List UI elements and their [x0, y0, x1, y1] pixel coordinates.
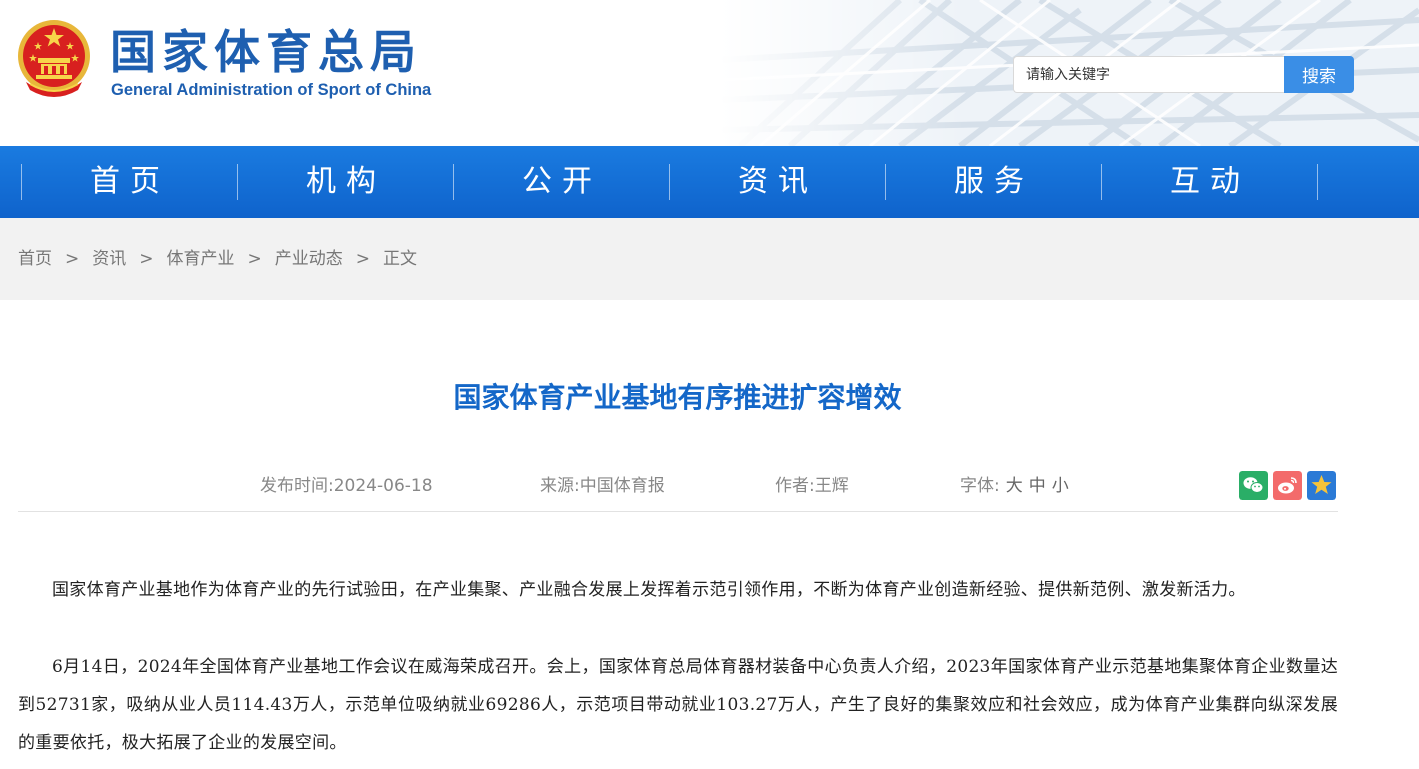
weibo-icon[interactable] — [1273, 471, 1302, 500]
font-size-small[interactable]: 小 — [1052, 476, 1069, 496]
font-size-switcher: 字体: 大中小 — [960, 474, 1069, 498]
publish-date: 发布时间:2024-06-18 — [260, 474, 433, 498]
main-nav: 首页 机构 公开 资讯 服务 互动 — [0, 146, 1419, 218]
breadcrumb-current: 正文 — [383, 249, 417, 269]
site-header: 国家体育总局 General Administration of Sport o… — [0, 0, 1419, 146]
font-size-large[interactable]: 大 — [1006, 476, 1023, 496]
breadcrumb-industry-news[interactable]: 产业动态 — [275, 249, 343, 269]
article-title: 国家体育产业基地有序推进扩容增效 — [453, 381, 902, 414]
breadcrumb-separator: > — [139, 249, 154, 269]
favorite-star-icon[interactable] — [1307, 471, 1336, 500]
font-size-medium[interactable]: 中 — [1029, 476, 1046, 496]
national-emblem-icon — [18, 20, 90, 97]
breadcrumb-home[interactable]: 首页 — [18, 249, 52, 269]
nav-item-news[interactable]: 资讯 — [670, 146, 886, 218]
article-author: 作者:王辉 — [775, 474, 849, 498]
site-logo-english[interactable]: General Administration of Sport of China — [111, 80, 431, 100]
author-value: 王辉 — [814, 476, 849, 496]
search-button[interactable]: 搜索 — [1284, 56, 1354, 93]
publish-date-label: 发布时间: — [260, 476, 334, 496]
search-input[interactable] — [1013, 56, 1284, 93]
nav-separator — [1317, 164, 1318, 200]
breadcrumb-news[interactable]: 资讯 — [92, 249, 126, 269]
breadcrumb-sports-industry[interactable]: 体育产业 — [167, 249, 235, 269]
article-paragraph-2: 6月14日，2024年全国体育产业基地工作会议在威海荣成召开。会上，国家体育总局… — [18, 657, 1338, 753]
breadcrumb-separator: > — [247, 249, 262, 269]
wechat-icon[interactable] — [1239, 471, 1268, 500]
article-paragraph-1: 国家体育产业基地作为体育产业的先行试验田，在产业集聚、产业融合发展上发挥着示范引… — [52, 580, 1246, 600]
nav-item-services[interactable]: 服务 — [886, 146, 1102, 218]
author-label: 作者: — [775, 476, 815, 496]
nav-item-interaction[interactable]: 互动 — [1102, 146, 1318, 218]
breadcrumb-separator: > — [65, 249, 80, 269]
font-size-label: 字体: — [960, 476, 1000, 496]
nav-item-organization[interactable]: 机构 — [238, 146, 454, 218]
source-label: 来源: — [540, 476, 580, 496]
publish-date-value: 2024-06-18 — [333, 476, 433, 496]
nav-item-home[interactable]: 首页 — [22, 146, 238, 218]
breadcrumb-separator: > — [355, 249, 370, 269]
meta-divider — [18, 511, 1338, 512]
nav-item-disclosure[interactable]: 公开 — [454, 146, 670, 218]
breadcrumb-bar: 首页 > 资讯 > 体育产业 > 产业动态 > 正文 — [0, 218, 1419, 300]
breadcrumb: 首页 > 资讯 > 体育产业 > 产业动态 > 正文 — [18, 218, 417, 300]
source-value: 中国体育报 — [579, 476, 665, 496]
article-source: 来源:中国体育报 — [540, 474, 665, 498]
site-logo-chinese[interactable]: 国家体育总局 — [110, 24, 422, 80]
